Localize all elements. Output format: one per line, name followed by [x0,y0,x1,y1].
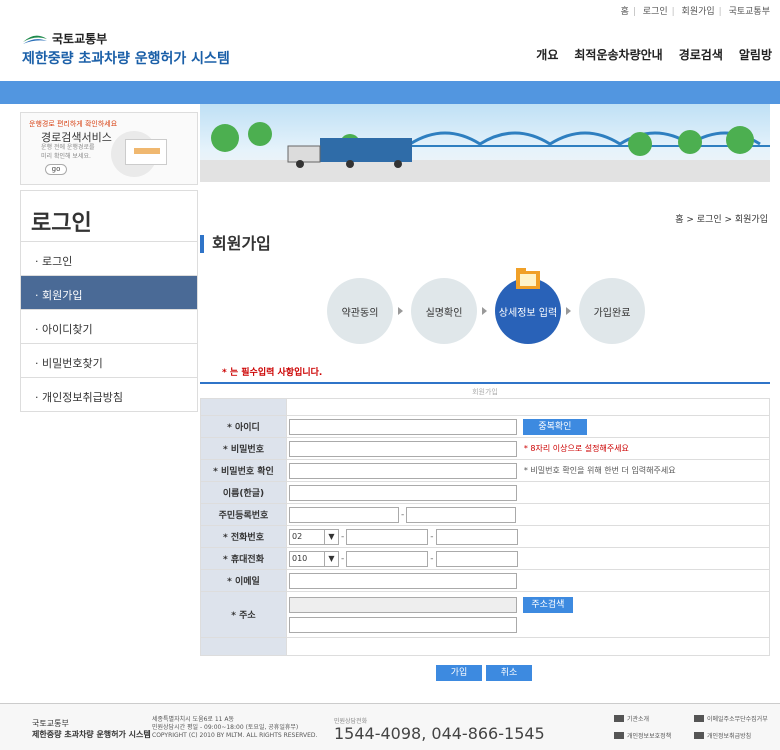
promo-desc: 운행 전에 운행경로를 미리 확인해 보세요. [41,144,95,160]
zipcode-input[interactable] [289,596,517,613]
step-terms: 약관동의 [327,278,393,344]
footer-link-privacy-policy[interactable]: 개인정보보호정책 [614,731,694,740]
table-top-line [200,382,770,384]
sidebar: 로그인 · 로그인 · 회원가입 · 아이디찾기 · 비밀번호찾기 · 개인정보… [20,190,198,412]
gnb-vehicle-guide[interactable]: 최적운송차량안내 [574,46,662,63]
mail-icon [694,715,704,722]
mobile-last-input[interactable] [435,550,518,567]
password-label: * 비밀번호 [200,437,287,460]
rrn-front-input[interactable] [289,506,399,523]
email-input[interactable] [289,572,517,589]
route-search-promo[interactable]: 운행경로 편리하게 확인하세요 경로검색서비스 운행 전에 운행경로를 미리 확인… [20,112,198,185]
footer-phone: 1544-4098, 044-866-1545 [334,724,545,743]
system-name[interactable]: 제한중량 초과차량 운행허가 시스템 [22,48,230,68]
mobile-label: * 휴대전화 [200,547,287,570]
cancel-button[interactable]: 취소 [486,665,532,681]
step-verify-name: 실명확인 [411,278,477,344]
step-arrow-icon [482,307,487,315]
required-note: * 는 필수입력 사항입니다. [222,368,323,378]
sidebar-item-privacy[interactable]: · 개인정보취급방침 [20,378,198,412]
sidebar-item-join[interactable]: · 회원가입 [20,276,198,310]
gnb-route-search[interactable]: 경로검색 [679,46,723,63]
footer-system-name: 제한중량 초과차량 운행허가 시스템 [32,730,151,739]
footer: 국토교통부 제한중량 초과차량 운행허가 시스템 세종특별자치시 도움6로 11… [0,703,780,750]
top-link-home[interactable]: 홈 [621,7,629,17]
footer-links: 기관소개 이메일주소무단수집거부 개인정보보호정책 개인정보취급방침 [614,714,774,740]
id-label: * 아이디 [200,415,287,438]
eye-icon [614,732,624,739]
gnb-overview[interactable]: 개요 [536,46,558,63]
top-link-ministry[interactable]: 국토교통부 [729,7,770,17]
phone-label: * 전화번호 [200,525,287,548]
top-link-join[interactable]: 회원가입 [682,7,715,17]
rrn-label: 주민등록번호 [200,503,287,526]
truck-bridge-illustration [200,122,770,182]
promo-tagline: 운행경로 편리하게 확인하세요 [29,120,118,128]
step-arrow-icon [398,307,403,315]
form-actions: 가입 취소 [436,665,532,681]
footer-link-email-policy[interactable]: 이메일주소무단수집거부 [694,714,774,723]
signup-form: * 아이디 중복확인 * 비밀번호 * 8자리 이상으로 설정해주세요 * 비밀… [200,398,770,656]
phone-last-input[interactable] [435,528,518,545]
ministry-logo-icon [23,35,47,44]
address-search-button[interactable]: 주소검색 [522,596,573,613]
mobile-prefix-select[interactable]: 010 ▼ [289,550,339,567]
top-link-login[interactable]: 로그인 [643,7,668,17]
promo-map-icon [125,139,167,165]
phone-mid-input[interactable] [346,528,429,545]
footer-link-about[interactable]: 기관소개 [614,714,694,723]
name-label: 이름(한글) [200,481,287,504]
sidebar-title: 로그인 [20,190,198,242]
sidebar-item-find-password[interactable]: · 비밀번호찾기 [20,344,198,378]
password-confirm-input[interactable] [289,462,517,479]
address-label: * 주소 [200,591,287,638]
chevron-down-icon: ▼ [324,551,338,566]
footer-address: 세종특별자치시 도움6로 11 A동 민원상담시간 평일 - 09:00~18:… [152,716,318,739]
password-confirm-label: * 비밀번호 확인 [200,459,287,482]
join-button[interactable]: 가입 [436,665,482,681]
password-hint: * 8자리 이상으로 설정해주세요 [523,444,629,453]
id-input[interactable] [289,418,517,435]
folder-icon [516,268,540,289]
top-links: 홈 | 로그인 | 회원가입 | 국토교통부 [620,7,770,17]
global-nav: 개요 최적운송차량안내 경로검색 알림방 [536,46,772,63]
address-detail-input[interactable] [289,616,517,633]
phone-area-select[interactable]: 02 ▼ [289,528,339,545]
footer-logo: 국토교통부 제한중량 초과차량 운행허가 시스템 [32,719,151,739]
duplicate-check-button[interactable]: 중복확인 [522,418,587,435]
rrn-back-input[interactable] [406,506,517,523]
step-arrow-icon [566,307,571,315]
promo-go-button[interactable]: go [45,164,67,175]
mobile-mid-input[interactable] [346,550,429,567]
chevron-down-icon: ▼ [324,529,338,544]
ministry-logo[interactable]: 국토교통부 [22,30,107,47]
email-label: * 이메일 [200,569,287,592]
sidebar-item-login[interactable]: · 로그인 [20,242,198,276]
header-banner [200,104,770,182]
sidebar-item-find-id[interactable]: · 아이디찾기 [20,310,198,344]
person-icon [694,732,704,739]
breadcrumb: 홈 > 로그인 > 회원가입 [675,215,768,225]
step-complete: 가입완료 [579,278,645,344]
password-input[interactable] [289,440,517,457]
ministry-name: 국토교통부 [52,32,108,46]
password-confirm-hint: * 비밀번호 확인을 위해 한번 더 입력해주세요 [523,466,676,475]
nav-band [0,81,780,104]
page-title: 회원가입 [200,235,271,253]
table-caption: 회원가입 [472,388,498,396]
name-input[interactable] [289,484,517,501]
building-icon [614,715,624,722]
gnb-notice[interactable]: 알림방 [739,46,772,63]
footer-link-privacy-handling[interactable]: 개인정보취급방침 [694,731,774,740]
